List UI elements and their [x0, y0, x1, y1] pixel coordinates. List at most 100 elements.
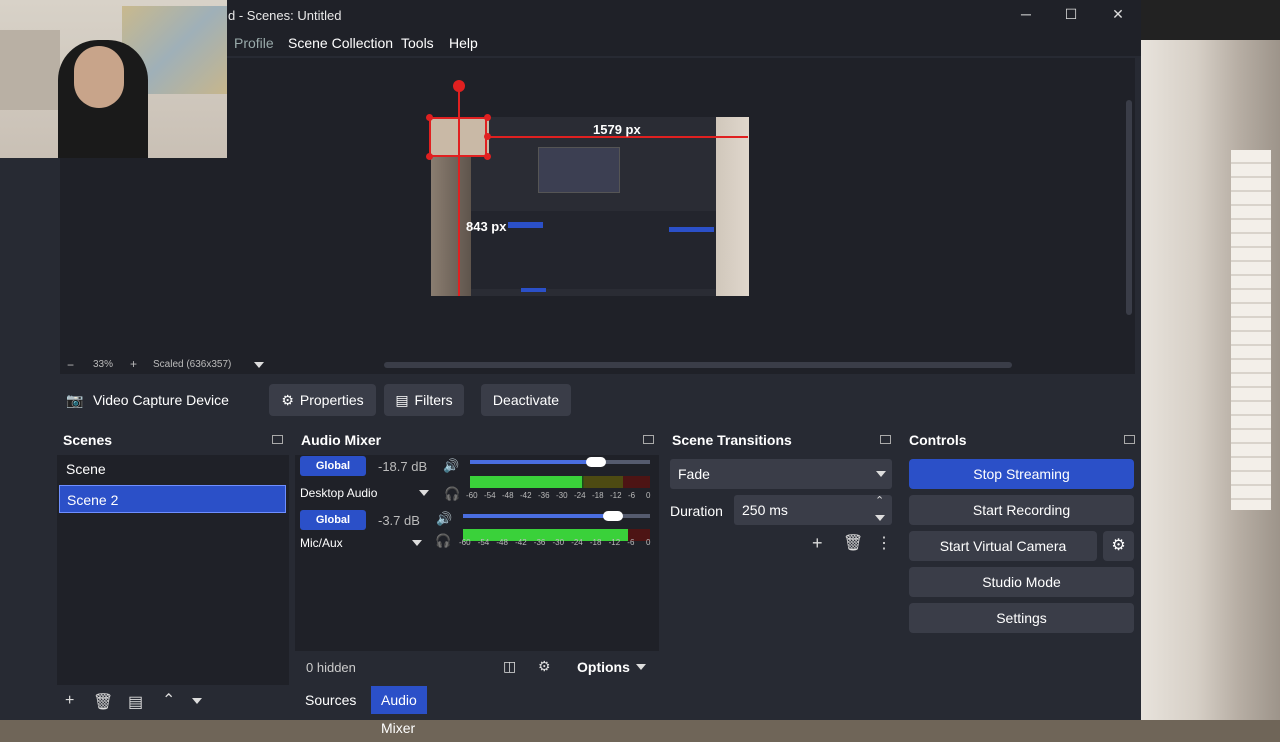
tab-sources[interactable]: Sources: [295, 686, 366, 714]
monitor-icon[interactable]: 🎧: [444, 486, 460, 502]
zoom-in-button[interactable]: +: [130, 357, 137, 371]
maximize-button[interactable]: ☐: [1061, 6, 1081, 24]
meter-tick-label: -24: [574, 491, 586, 500]
channel-name: Desktop Audio: [300, 486, 378, 500]
rotation-handle[interactable]: [453, 80, 465, 92]
scene-transitions-title: Scene Transitions: [672, 432, 792, 448]
chevron-down-icon[interactable]: [419, 490, 429, 496]
chevron-up-icon[interactable]: ⌃: [162, 690, 175, 710]
hidden-count: 0 hidden: [306, 660, 356, 675]
chevron-down-icon[interactable]: [875, 515, 885, 521]
global-button[interactable]: Global: [300, 456, 366, 476]
meter-tick-label: 0: [646, 538, 651, 547]
add-icon[interactable]: +: [65, 692, 74, 710]
webcam-head: [74, 46, 124, 108]
chevron-down-icon[interactable]: [636, 664, 646, 670]
minimize-button[interactable]: ─: [1016, 6, 1036, 24]
undock-icon[interactable]: [1124, 435, 1135, 444]
meter-tick-label: -36: [533, 538, 546, 547]
meter-tick-label: -42: [515, 538, 527, 547]
scene-item-selected[interactable]: Scene 2: [59, 485, 286, 513]
nested-mixer-tab: [521, 288, 546, 292]
resize-handle[interactable]: [484, 153, 491, 160]
meter-tick-label: -48: [496, 538, 508, 547]
background-right: [1141, 40, 1280, 720]
trash-icon[interactable]: 🗑: [843, 533, 863, 553]
properties-label: Properties: [299, 392, 364, 408]
volume-slider[interactable]: [470, 460, 650, 464]
preview-vertical-scrollbar[interactable]: [1126, 100, 1132, 315]
duration-input[interactable]: 250 ms: [734, 495, 892, 525]
start-virtual-camera-button[interactable]: Start Virtual Camera: [909, 531, 1097, 561]
nested-stop-streaming: [669, 227, 714, 232]
more-icon[interactable]: ⋮: [876, 533, 892, 553]
scenes-title: Scenes: [63, 432, 113, 448]
monitor-icon[interactable]: 🎧: [435, 533, 451, 549]
tab-audio-mixer[interactable]: Audio Mixer: [371, 686, 427, 736]
menu-scene-collection[interactable]: Scene Collection: [288, 35, 393, 51]
volume-knob[interactable]: [602, 511, 623, 521]
meter-tick-label: -36: [538, 491, 550, 500]
properties-button[interactable]: ⚙ Properties: [269, 384, 376, 416]
menu-tools[interactable]: Tools: [401, 35, 434, 51]
undock-icon[interactable]: [880, 435, 891, 444]
deactivate-button[interactable]: Deactivate: [481, 384, 571, 416]
meter-tick-label: -12: [610, 491, 622, 500]
add-icon[interactable]: +: [812, 533, 823, 554]
audio-mixer-title: Audio Mixer: [301, 432, 382, 448]
duration-label: Duration: [670, 503, 723, 519]
filter-icon: ▤: [395, 391, 409, 408]
volume-db: -18.7 dB: [378, 459, 428, 474]
global-button[interactable]: Global: [300, 510, 366, 530]
preview-horizontal-scrollbar[interactable]: [384, 362, 1012, 368]
layout-icon[interactable]: ◫: [503, 658, 516, 675]
menu-profile[interactable]: Profile: [234, 35, 274, 51]
volume-knob[interactable]: [586, 457, 606, 467]
transition-select[interactable]: Fade: [670, 459, 892, 489]
chevron-down-icon[interactable]: [192, 698, 202, 704]
zoom-out-button[interactable]: −: [67, 358, 74, 372]
chevron-up-icon[interactable]: ⌃: [875, 494, 884, 507]
studio-mode-button[interactable]: Studio Mode: [909, 567, 1134, 597]
background-top-right: [1141, 0, 1280, 40]
meter-tick-label: 0: [646, 491, 651, 500]
undock-icon[interactable]: [643, 435, 654, 444]
resize-handle[interactable]: [426, 114, 433, 121]
volume-fill: [470, 460, 596, 464]
chevron-down-icon[interactable]: [412, 540, 422, 546]
camera-icon: 📷: [66, 392, 84, 408]
filters-button[interactable]: ▤ Filters: [384, 384, 464, 416]
selected-source-box[interactable]: [429, 117, 487, 157]
meter-tick-label: -18: [589, 538, 602, 547]
trash-icon[interactable]: 🗑: [93, 692, 113, 712]
resize-handle[interactable]: [484, 133, 491, 140]
window-shutter: [1231, 150, 1271, 510]
gear-icon[interactable]: ⚙: [1103, 531, 1134, 561]
resize-handle[interactable]: [484, 114, 491, 121]
meter-tick-label: -54: [477, 538, 490, 547]
width-measure-label: 1579 px: [593, 122, 641, 137]
close-button[interactable]: ✕: [1108, 6, 1128, 24]
scale-mode-label[interactable]: Scaled (636x357): [153, 359, 231, 370]
volume-db: -3.7 dB: [378, 513, 420, 528]
nested-preview: [538, 147, 620, 193]
gear-icon[interactable]: ⚙: [538, 658, 551, 675]
source-name: Video Capture Device: [93, 392, 229, 408]
settings-button[interactable]: Settings: [909, 603, 1134, 633]
speaker-icon[interactable]: 🔊: [443, 458, 459, 474]
stop-streaming-button[interactable]: Stop Streaming: [909, 459, 1134, 489]
scene-item[interactable]: Scene: [59, 455, 286, 483]
volume-fill: [463, 514, 613, 518]
chevron-down-icon[interactable]: [254, 362, 264, 368]
undock-icon[interactable]: [272, 435, 283, 444]
nested-selected-scene: [508, 222, 543, 228]
speaker-icon[interactable]: 🔊: [436, 511, 452, 527]
filter-icon[interactable]: ▤: [128, 692, 143, 712]
height-measure-label: 843 px: [466, 219, 507, 234]
options-button[interactable]: Options: [577, 659, 630, 675]
meter-tick-label: -6: [627, 538, 635, 547]
resize-handle[interactable]: [426, 153, 433, 160]
menu-help[interactable]: Help: [449, 35, 478, 51]
start-recording-button[interactable]: Start Recording: [909, 495, 1134, 525]
chevron-down-icon[interactable]: [876, 471, 886, 477]
